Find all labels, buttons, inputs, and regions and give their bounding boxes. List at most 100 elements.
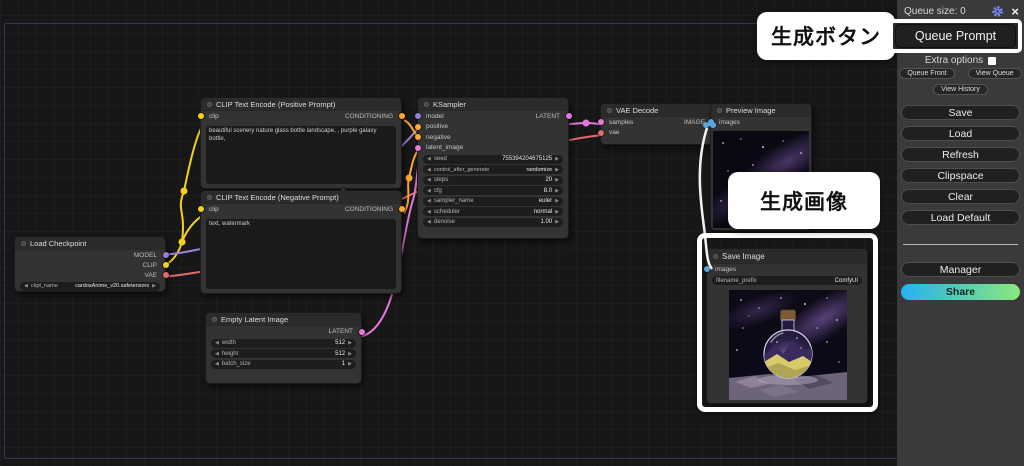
node-collapse-dot[interactable] <box>607 108 612 113</box>
widget-left-arrow-icon[interactable]: ◀ <box>24 283 28 289</box>
node-collapse-dot[interactable] <box>717 108 722 113</box>
menu-divider <box>903 244 1018 245</box>
widget-left-arrow-icon[interactable]: ◀ <box>427 156 431 162</box>
widget-right-arrow-icon[interactable]: ▶ <box>555 198 559 204</box>
seed-widget[interactable]: ◀ seed 755394204675125 ▶ <box>423 155 563 164</box>
positive-prompt-textarea[interactable]: beautiful scenery nature glass bottle la… <box>206 126 396 184</box>
width-widget[interactable]: ◀ width 512 ▶ <box>211 339 356 348</box>
negative-input-dot[interactable] <box>415 134 421 140</box>
refresh-button[interactable]: Refresh <box>901 147 1020 162</box>
node-empty-latent-image[interactable]: Empty Latent Image LATENT ◀ width 512 ▶ … <box>205 312 362 384</box>
widget-left-arrow-icon[interactable]: ◀ <box>427 188 431 194</box>
conditioning-output-dot[interactable] <box>399 113 405 119</box>
widget-left-arrow-icon[interactable]: ◀ <box>215 351 219 357</box>
batch-size-widget[interactable]: ◀ batch_size 1 ▶ <box>211 360 356 369</box>
negative-prompt-textarea[interactable]: text, watermark <box>206 219 396 289</box>
node-title: CLIP Text Encode (Negative Prompt) <box>216 193 339 202</box>
save-image-highlight-box <box>697 233 878 412</box>
images-input-dot[interactable] <box>708 119 714 125</box>
slot-row-model: model LATENT <box>418 111 568 122</box>
control-after-generate-widget[interactable]: ◀ control_after_generate randomize ▶ <box>423 165 563 174</box>
sampler-name-widget[interactable]: ◀ sampler_name euler ▶ <box>423 197 563 206</box>
height-widget[interactable]: ◀ height 512 ▶ <box>211 349 356 358</box>
widget-right-arrow-icon[interactable]: ▶ <box>555 209 559 215</box>
queue-front-button[interactable]: Queue Front <box>899 68 954 79</box>
extra-options-checkbox[interactable] <box>988 57 996 65</box>
output-row-vae: VAE <box>15 270 165 280</box>
save-button[interactable]: Save <box>901 105 1020 120</box>
generated-image-annotation: 生成画像 <box>728 172 880 229</box>
ckpt-name-widget[interactable]: ◀ ckpt_name cardosAnime_v20.safetensors … <box>20 282 160 291</box>
widget-right-arrow-icon[interactable]: ▶ <box>348 340 352 346</box>
widget-left-arrow-icon[interactable]: ◀ <box>215 340 219 346</box>
cfg-widget[interactable]: ◀ cfg 8.0 ▶ <box>423 186 563 195</box>
settings-gear-icon[interactable] <box>991 5 1004 18</box>
share-button[interactable]: Share <box>901 284 1020 300</box>
widget-right-arrow-icon[interactable]: ▶ <box>555 219 559 225</box>
node-clip-text-encode-negative[interactable]: CLIP Text Encode (Negative Prompt) clip … <box>200 190 402 294</box>
node-title-bar: CLIP Text Encode (Negative Prompt) <box>201 191 401 204</box>
widget-right-arrow-icon[interactable]: ▶ <box>152 283 156 289</box>
node-collapse-dot[interactable] <box>21 241 26 246</box>
node-clip-text-encode-positive[interactable]: CLIP Text Encode (Positive Prompt) clip … <box>200 97 402 189</box>
node-collapse-dot[interactable] <box>207 102 212 107</box>
load-button[interactable]: Load <box>901 126 1020 141</box>
widget-left-arrow-icon[interactable]: ◀ <box>215 361 219 367</box>
clipspace-button[interactable]: Clipspace <box>901 168 1020 183</box>
clip-input-dot[interactable] <box>198 206 204 212</box>
queue-prompt-button[interactable]: Queue Prompt <box>895 24 1016 48</box>
clear-button[interactable]: Clear <box>901 189 1020 204</box>
clip-output-dot[interactable] <box>163 262 169 268</box>
conditioning-output-dot[interactable] <box>399 206 405 212</box>
output-row-clip: CLIP <box>15 260 165 270</box>
vae-output-dot[interactable] <box>163 272 169 278</box>
node-load-checkpoint[interactable]: Load Checkpoint MODEL CLIP VAE ◀ ckpt_na… <box>14 236 166 292</box>
widget-left-arrow-icon[interactable]: ◀ <box>427 167 431 173</box>
denoise-widget[interactable]: ◀ denoise 1.00 ▶ <box>423 218 563 227</box>
widget-left-arrow-icon[interactable]: ◀ <box>427 219 431 225</box>
clip-input-dot[interactable] <box>198 113 204 119</box>
model-input-dot[interactable] <box>415 113 421 119</box>
widget-right-arrow-icon[interactable]: ▶ <box>555 156 559 162</box>
widget-right-arrow-icon[interactable]: ▶ <box>555 167 559 173</box>
node-title: KSampler <box>433 100 466 109</box>
node-collapse-dot[interactable] <box>207 195 212 200</box>
widget-right-arrow-icon[interactable]: ▶ <box>348 361 352 367</box>
slot-row-images: images <box>711 117 811 128</box>
output-row-latent: LATENT <box>206 326 361 337</box>
manager-button[interactable]: Manager <box>901 262 1020 277</box>
output-row-model: MODEL <box>15 250 165 260</box>
slot-row-vae: vae <box>601 128 713 139</box>
vae-input-dot[interactable] <box>598 130 604 136</box>
view-history-button[interactable]: View History <box>933 84 988 95</box>
widget-left-arrow-icon[interactable]: ◀ <box>427 198 431 204</box>
generate-button-annotation: 生成ボタン <box>757 12 895 60</box>
view-queue-button[interactable]: View Queue <box>968 68 1022 79</box>
widget-left-arrow-icon[interactable]: ◀ <box>427 177 431 183</box>
scheduler-widget[interactable]: ◀ scheduler normal ▶ <box>423 207 563 216</box>
samples-input-dot[interactable] <box>598 119 604 125</box>
model-output-dot[interactable] <box>163 252 169 258</box>
widget-right-arrow-icon[interactable]: ▶ <box>555 188 559 194</box>
node-collapse-dot[interactable] <box>212 317 217 322</box>
widget-left-arrow-icon[interactable]: ◀ <box>427 209 431 215</box>
history-pill-row: View History <box>897 84 1024 95</box>
latent-image-input-dot[interactable] <box>415 145 421 151</box>
steps-widget[interactable]: ◀ steps 20 ▶ <box>423 176 563 185</box>
node-title-bar: Load Checkpoint <box>15 237 165 250</box>
latent-output-dot[interactable] <box>566 113 572 119</box>
node-ksampler[interactable]: KSampler model LATENT positive negative … <box>417 97 569 239</box>
slot-row-positive: positive <box>418 122 568 133</box>
load-default-button[interactable]: Load Default <box>901 210 1020 225</box>
node-title: Empty Latent Image <box>221 315 288 324</box>
positive-input-dot[interactable] <box>415 124 421 130</box>
widget-right-arrow-icon[interactable]: ▶ <box>348 351 352 357</box>
node-vae-decode[interactable]: VAE Decode samples IMAGE vae <box>600 103 714 145</box>
queue-size-label: Queue size: 0 <box>904 6 966 17</box>
node-title-bar: Preview Image <box>711 104 811 117</box>
close-icon[interactable]: × <box>1011 7 1019 17</box>
node-collapse-dot[interactable] <box>424 102 429 107</box>
widget-right-arrow-icon[interactable]: ▶ <box>555 177 559 183</box>
comfyui-menu-panel: Queue size: 0 × Extra options Queue Fron… <box>897 0 1024 466</box>
latent-output-dot[interactable] <box>359 329 365 335</box>
